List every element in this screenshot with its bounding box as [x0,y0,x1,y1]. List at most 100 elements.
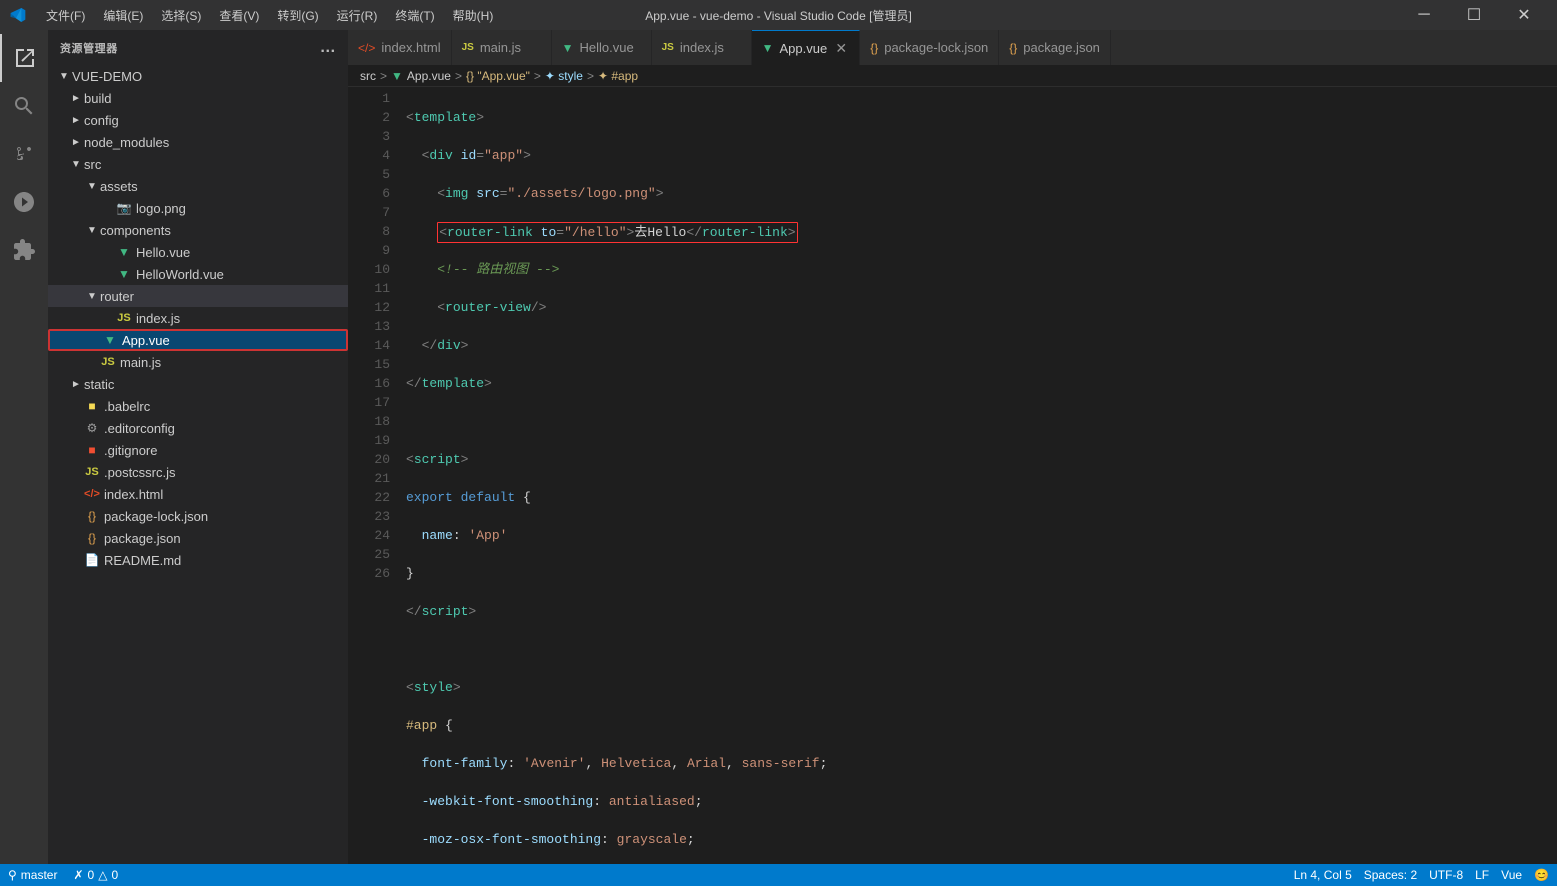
tree-item-node-modules[interactable]: ► node_modules [48,131,348,153]
tree-item-components[interactable]: ▼ components [48,219,348,241]
line-num-18: 18 [348,412,390,431]
code-line-11: export default { [406,488,1557,507]
tree-item-router-index[interactable]: ► JS index.js [48,307,348,329]
code-line-19: -webkit-font-smoothing: antialiased; [406,792,1557,811]
breadcrumb-style[interactable]: ✦ style [545,69,583,83]
status-line-ending[interactable]: LF [1475,868,1489,882]
tab-package-lock[interactable]: {} package-lock.json [860,30,999,65]
tab-index-html[interactable]: </> index.html [348,30,452,65]
line-num-7: 7 [348,203,390,222]
breadcrumb-sep-4: > [587,69,594,83]
status-encoding[interactable]: UTF-8 [1429,868,1463,882]
status-language[interactable]: Vue [1501,868,1522,882]
menu-edit[interactable]: 编辑(E) [95,3,151,28]
maximize-button[interactable]: ☐ [1451,0,1497,30]
js-file-icon: JS [100,354,116,370]
static-label: static [84,377,114,392]
branch-label: master [21,868,58,882]
tab-index-js[interactable]: JS index.js [652,30,752,65]
status-branch[interactable]: ⚲ master [8,868,57,882]
code-line-7: </div> [406,336,1557,355]
tab-app-vue[interactable]: ▼ App.vue ✕ [752,30,861,65]
tab-app-vue-label: App.vue [780,41,828,56]
babelrc-label: .babelrc [104,399,150,414]
tab-hello-vue[interactable]: ▼ Hello.vue [552,30,652,65]
editor-area: </> index.html JS main.js ▼ Hello.vue JS… [348,30,1557,864]
tree-item-package-lock[interactable]: ► {} package-lock.json [48,505,348,527]
tree-item-editorconfig[interactable]: ► ⚙ .editorconfig [48,417,348,439]
close-button[interactable]: ✕ [1501,0,1547,30]
status-spaces[interactable]: Spaces: 2 [1364,868,1417,882]
line-ending-label: LF [1475,868,1489,882]
tab-vue-icon: ▼ [762,41,774,55]
menu-goto[interactable]: 转到(G) [269,3,326,28]
breadcrumb-app-vue[interactable]: App.vue [407,69,451,83]
status-line-col[interactable]: Ln 4, Col 5 [1294,868,1352,882]
line-num-8: 8 [348,222,390,241]
tree-root-vue-demo[interactable]: ▼ VUE-DEMO [48,65,348,87]
encoding-label: UTF-8 [1429,868,1463,882]
html-file-icon: </> [84,486,100,502]
menu-file[interactable]: 文件(F) [38,3,93,28]
file-tree: ▼ VUE-DEMO ► build ► config ► node_modul… [48,65,348,864]
menu-select[interactable]: 选择(S) [153,3,209,28]
chevron-down-icon: ▼ [56,68,72,84]
code-content[interactable]: <template> <div id="app"> <img src="./as… [398,87,1557,864]
tree-item-router[interactable]: ▼ router [48,285,348,307]
status-errors[interactable]: ✗ 0 △ 0 [73,868,118,882]
tree-item-babelrc[interactable]: ► ■ .babelrc [48,395,348,417]
line-num-15: 15 [348,355,390,374]
tree-item-package-json[interactable]: ► {} package.json [48,527,348,549]
tree-item-hello-vue[interactable]: ► ▼ Hello.vue [48,241,348,263]
breadcrumb-obj[interactable]: {} "App.vue" [466,69,530,83]
tree-item-config[interactable]: ► config [48,109,348,131]
tree-item-gitignore[interactable]: ► ■ .gitignore [48,439,348,461]
activity-explorer-icon[interactable] [0,34,48,82]
status-right: Ln 4, Col 5 Spaces: 2 UTF-8 LF Vue 😊 [1294,868,1549,882]
sidebar-header: 资源管理器 … [48,30,348,65]
tab-main-js[interactable]: JS main.js [452,30,552,65]
src-label: src [84,157,101,172]
tree-item-helloworld-vue[interactable]: ► ▼ HelloWorld.vue [48,263,348,285]
tab-json-icon: {} [1009,41,1017,55]
tab-index-html-label: index.html [381,40,440,55]
menu-help[interactable]: 帮助(H) [445,3,502,28]
status-feedback[interactable]: 😊 [1534,868,1549,882]
babel-file-icon: ■ [84,398,100,414]
tree-item-logo[interactable]: ► 📷 logo.png [48,197,348,219]
tree-item-app-vue[interactable]: ► ▼ App.vue [48,329,348,351]
sidebar: 资源管理器 … ▼ VUE-DEMO ► build ► config [48,30,348,864]
menu-view[interactable]: 查看(V) [211,3,267,28]
tree-item-build[interactable]: ► build [48,87,348,109]
activity-extensions-icon[interactable] [0,226,48,274]
code-line-10: <script> [406,450,1557,469]
tab-close-button[interactable]: ✕ [833,40,849,56]
code-line-4: <router-link to="/hello">去Hello</router-… [406,222,1557,241]
tab-package-json[interactable]: {} package.json [999,30,1111,65]
line-col-label: Ln 4, Col 5 [1294,868,1352,882]
menu-terminal[interactable]: 终端(T) [387,3,442,28]
tree-item-readme[interactable]: ► 📄 README.md [48,549,348,571]
activity-search-icon[interactable] [0,82,48,130]
breadcrumb-hash-app[interactable]: ✦ #app [598,69,638,83]
build-label: build [84,91,111,106]
menu-run[interactable]: 运行(R) [329,3,386,28]
activity-source-control-icon[interactable] [0,130,48,178]
tree-item-static[interactable]: ► static [48,373,348,395]
line-num-20: 20 [348,450,390,469]
breadcrumb-src[interactable]: src [360,69,376,83]
tree-item-assets[interactable]: ▼ assets [48,175,348,197]
tree-item-postcssrc[interactable]: ► JS .postcssrc.js [48,461,348,483]
md-file-icon: 📄 [84,552,100,568]
new-file-icon[interactable]: … [320,40,336,56]
tree-item-main-js[interactable]: ► JS main.js [48,351,348,373]
activity-run-debug-icon[interactable] [0,178,48,226]
language-label: Vue [1501,868,1522,882]
tree-item-src[interactable]: ▼ src [48,153,348,175]
code-editor[interactable]: 1 2 3 4 5 6 7 8 9 10 11 12 13 14 15 16 1… [348,87,1557,864]
code-line-16: <style> [406,678,1557,697]
line-num-25: 25 [348,545,390,564]
chevron-right-icon: ► [68,90,84,106]
minimize-button[interactable]: ─ [1401,0,1447,30]
tree-item-index-html[interactable]: ► </> index.html [48,483,348,505]
